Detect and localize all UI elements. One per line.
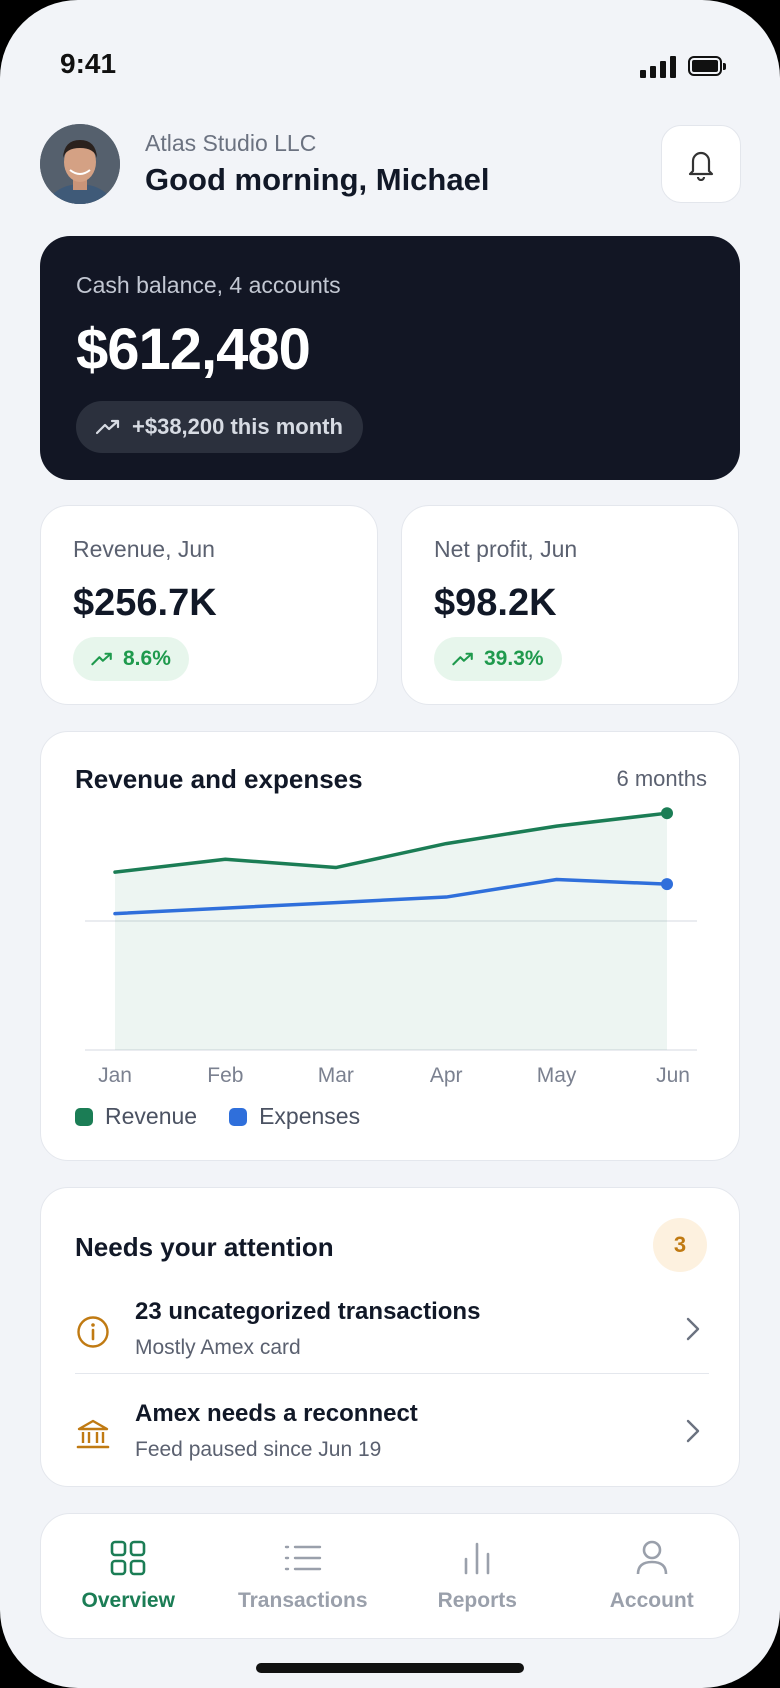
tab-label: Overview [81, 1589, 175, 1612]
kpi-label: Net profit, Jun [434, 536, 578, 562]
chevron-right-icon [686, 1317, 700, 1341]
attention-item-subtitle: Feed paused since Jun 19 [135, 1438, 382, 1461]
legend-swatch [229, 1107, 248, 1126]
battery-icon [688, 56, 726, 76]
status-time: 9:41 [60, 48, 117, 79]
revenue-expenses-chart-card[interactable]: Revenue and expenses 6 months Jan Feb Mar A… [40, 731, 740, 1161]
info-icon [75, 1314, 111, 1350]
company-name: Atlas Studio LLC [145, 130, 317, 156]
signal-icon [640, 54, 676, 78]
attention-card: Needs your attention 3 23 uncategorized … [40, 1187, 740, 1487]
tab-label: Transactions [237, 1589, 368, 1612]
x-tick-label: Feb [207, 1064, 243, 1087]
x-tick-label: Mar [318, 1064, 354, 1087]
x-tick-label: Apr [430, 1064, 463, 1087]
legend-label: Expenses [259, 1103, 361, 1129]
attention-title: Needs your attention [75, 1232, 334, 1262]
status-icons [640, 54, 726, 78]
expenses-end-point [661, 878, 673, 891]
bell-icon [688, 151, 714, 181]
tab-label: Reports [437, 1589, 517, 1612]
x-tick-label: Jan [98, 1064, 132, 1087]
kpi-value: $256.7K [73, 582, 217, 624]
home-indicator [256, 1663, 524, 1673]
kpi-change: 39.3% [484, 647, 544, 670]
kpi-value: $98.2K [434, 582, 557, 624]
chart-legend: Revenue Expenses [75, 1103, 360, 1130]
bank-icon [75, 1416, 111, 1452]
greeting-title: Good morning, Michael [145, 162, 490, 197]
trend-up-icon [91, 652, 112, 666]
attention-item-reconnect[interactable]: Amex needs a reconnect Feed paused since… [75, 1388, 709, 1484]
tab-account[interactable]: Account [565, 1514, 740, 1638]
trend-up-icon [96, 419, 120, 435]
legend-item-revenue: Revenue [75, 1103, 197, 1130]
trend-up-icon [452, 652, 473, 666]
tab-overview[interactable]: Overview [41, 1514, 216, 1638]
tab-reports[interactable]: Reports [390, 1514, 565, 1638]
kpi-change-badge: 39.3% [434, 637, 562, 681]
revenue-area [115, 813, 667, 1050]
revenue-card[interactable]: Revenue, Jun $256.7K 8.6% [40, 505, 378, 705]
balance-label: Cash balance, 4 accounts [76, 272, 341, 298]
list-icon [284, 1539, 322, 1577]
tab-transactions[interactable]: Transactions [216, 1514, 391, 1638]
x-tick-label: Jun [656, 1064, 690, 1087]
bottom-tab-bar: Overview Transactions Reports Account [40, 1513, 740, 1639]
balance-change-badge: +$38,200 this month [76, 401, 363, 453]
avatar[interactable] [40, 124, 120, 204]
cash-balance-card[interactable]: Cash balance, 4 accounts $612,480 +$38,2… [40, 236, 740, 480]
notifications-button[interactable] [661, 125, 741, 203]
net-profit-card[interactable]: Net profit, Jun $98.2K 39.3% [401, 505, 739, 705]
bar-chart-icon [462, 1539, 492, 1577]
attention-item-subtitle: Mostly Amex card [135, 1336, 301, 1359]
attention-item-title: 23 uncategorized transactions [135, 1298, 481, 1325]
legend-label: Revenue [105, 1103, 198, 1129]
legend-item-expenses: Expenses [229, 1103, 360, 1130]
divider [75, 1373, 709, 1374]
kpi-label: Revenue, Jun [73, 536, 215, 562]
tab-label: Account [609, 1589, 694, 1612]
grid-icon [110, 1539, 146, 1577]
kpi-change-badge: 8.6% [73, 637, 189, 681]
kpi-change: 8.6% [123, 647, 171, 670]
attention-count-badge: 3 [653, 1218, 707, 1272]
legend-swatch [75, 1107, 93, 1126]
balance-change: +$38,200 this month [132, 414, 343, 439]
attention-item-uncategorized[interactable]: 23 uncategorized transactions Mostly Ame… [75, 1286, 709, 1382]
line-chart: Jan Feb Mar Apr May Jun [85, 807, 697, 1087]
chevron-right-icon [686, 1419, 700, 1443]
x-tick-label: May [537, 1064, 577, 1087]
user-icon [636, 1539, 668, 1577]
phone-screen: 9:41 Atlas Studio LLC Good morning, Mich… [0, 0, 780, 1688]
balance-value: $612,480 [76, 317, 311, 382]
revenue-end-point [661, 807, 673, 820]
attention-item-title: Amex needs a reconnect [135, 1400, 418, 1427]
